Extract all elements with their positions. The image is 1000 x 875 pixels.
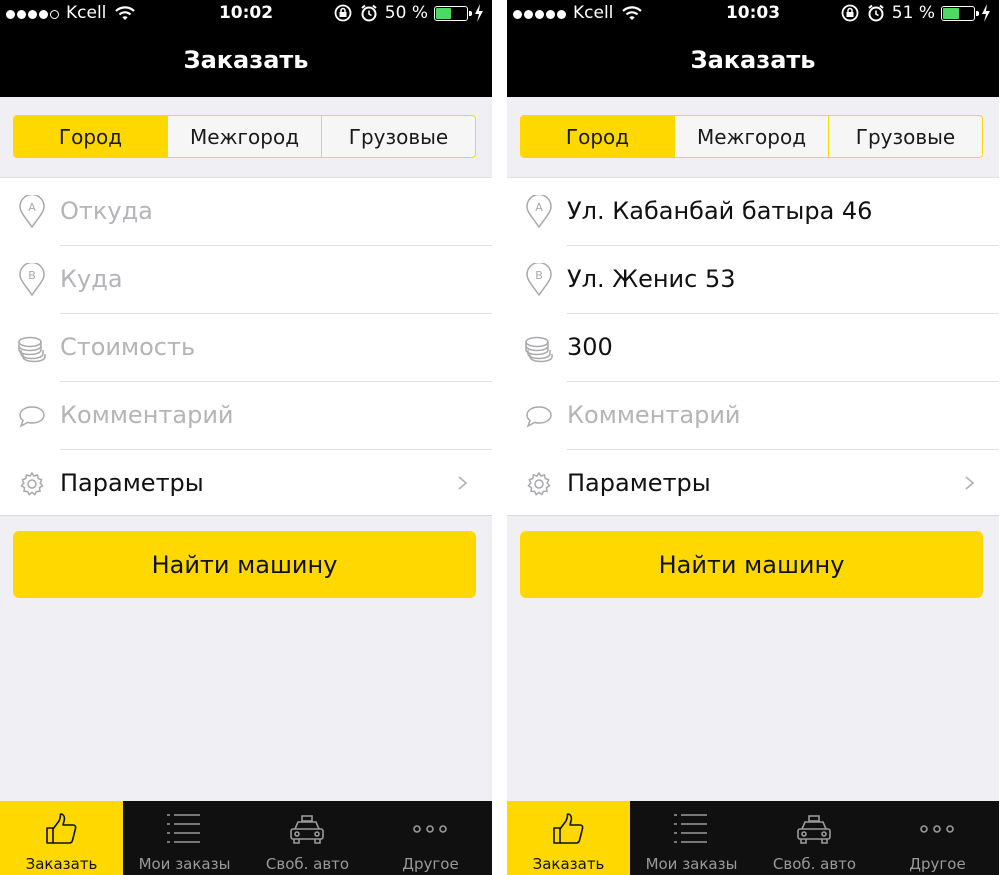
rotation-lock-icon xyxy=(334,4,352,22)
segment-cargo[interactable]: Грузовые xyxy=(828,116,982,157)
gear-icon xyxy=(527,471,551,496)
params-label: Параметры xyxy=(567,469,711,497)
tab-free-cars[interactable]: Своб. авто xyxy=(753,801,876,875)
tab-order-label: Заказать xyxy=(25,855,98,873)
list-icon xyxy=(167,814,200,843)
taxi-car-icon xyxy=(290,815,324,844)
battery-icon xyxy=(941,5,979,21)
to-field[interactable]: B Куда xyxy=(0,246,492,314)
cost-field[interactable]: 300 xyxy=(507,314,999,382)
phone-screen-filled: Kcell 10:03 51 % Заказать Город Межгород… xyxy=(507,0,999,875)
status-bar: Kcell 10:02 50 % xyxy=(0,0,492,30)
tab-other-label: Другое xyxy=(402,855,459,873)
cost-input[interactable]: Стоимость xyxy=(60,314,195,382)
nav-header: Kcell 10:02 50 % Заказать xyxy=(0,0,492,97)
from-field[interactable]: A Откуда xyxy=(0,178,492,246)
phone-screen-empty: Kcell 10:02 50 % Заказать Город Межгород… xyxy=(0,0,492,875)
more-dots-icon xyxy=(413,825,447,833)
tab-order[interactable]: Заказать xyxy=(507,801,630,875)
tab-my-orders[interactable]: Мои заказы xyxy=(123,801,246,875)
tab-other[interactable]: Другое xyxy=(876,801,999,875)
segment-city[interactable]: Город xyxy=(521,116,674,157)
find-car-button[interactable]: Найти машину xyxy=(13,531,476,598)
segment-cargo[interactable]: Грузовые xyxy=(321,116,475,157)
battery-icon xyxy=(434,5,472,21)
params-row[interactable]: Параметры xyxy=(0,450,492,518)
trip-type-segmented-control: Город Межгород Грузовые xyxy=(13,115,476,158)
svg-text:B: B xyxy=(535,269,543,282)
status-bar: Kcell 10:03 51 % xyxy=(507,0,999,30)
taxi-car-icon xyxy=(797,815,831,844)
pin-b-icon: B xyxy=(19,263,45,297)
tab-my-orders-label: Мои заказы xyxy=(138,855,231,873)
svg-text:A: A xyxy=(28,201,36,214)
tab-other-label: Другое xyxy=(909,855,966,873)
order-form: A Ул. Кабанбай батыра 46 B Ул. Женис 53 … xyxy=(507,177,999,516)
tab-bar: Заказать Мои заказы Своб. авто Другое xyxy=(507,801,999,875)
tab-order-label: Заказать xyxy=(532,855,605,873)
comment-field[interactable]: Комментарий xyxy=(507,382,999,450)
coins-icon xyxy=(525,336,553,363)
tab-other[interactable]: Другое xyxy=(369,801,492,875)
tab-my-orders-label: Мои заказы xyxy=(645,855,738,873)
chevron-right-icon xyxy=(965,476,975,490)
status-right: 50 % xyxy=(333,3,484,23)
alarm-icon xyxy=(361,4,377,22)
from-input[interactable]: Откуда xyxy=(60,178,153,246)
from-input[interactable]: Ул. Кабанбай батыра 46 xyxy=(567,178,872,246)
nav-header: Kcell 10:03 51 % Заказать xyxy=(507,0,999,97)
to-input[interactable]: Ул. Женис 53 xyxy=(567,246,736,314)
params-row[interactable]: Параметры xyxy=(507,450,999,518)
gear-icon xyxy=(20,471,44,496)
thumbs-up-icon xyxy=(46,813,77,844)
tab-order[interactable]: Заказать xyxy=(0,801,123,875)
pin-a-icon: A xyxy=(526,195,552,229)
pin-b-icon: B xyxy=(526,263,552,297)
speech-bubble-icon xyxy=(526,406,552,428)
cost-field[interactable]: Стоимость xyxy=(0,314,492,382)
alarm-icon xyxy=(868,4,884,22)
from-field[interactable]: A Ул. Кабанбай батыра 46 xyxy=(507,178,999,246)
coins-icon xyxy=(18,336,46,363)
list-icon xyxy=(674,814,707,843)
charging-bolt-icon xyxy=(475,4,483,22)
tab-free-cars[interactable]: Своб. авто xyxy=(246,801,369,875)
comment-input[interactable]: Комментарий xyxy=(60,382,234,450)
page-title: Заказать xyxy=(183,46,309,74)
comparison-stage: Kcell 10:02 50 % Заказать Город Межгород… xyxy=(0,0,1000,875)
battery-percent: 50 % xyxy=(384,3,428,23)
tab-free-cars-label: Своб. авто xyxy=(772,855,857,873)
segment-intercity[interactable]: Межгород xyxy=(167,116,321,157)
battery-percent: 51 % xyxy=(891,3,935,23)
rotation-lock-icon xyxy=(841,4,859,22)
thumbs-up-icon xyxy=(553,813,584,844)
tab-free-cars-label: Своб. авто xyxy=(265,855,350,873)
to-field[interactable]: B Ул. Женис 53 xyxy=(507,246,999,314)
chevron-right-icon xyxy=(458,476,468,490)
params-label: Параметры xyxy=(60,469,204,497)
speech-bubble-icon xyxy=(19,406,45,428)
svg-text:A: A xyxy=(535,201,543,214)
trip-type-segmented-control: Город Межгород Грузовые xyxy=(520,115,983,158)
comment-field[interactable]: Комментарий xyxy=(0,382,492,450)
pin-a-icon: A xyxy=(19,195,45,229)
comment-input[interactable]: Комментарий xyxy=(567,382,741,450)
charging-bolt-icon xyxy=(982,4,990,22)
tab-bar: Заказать Мои заказы Своб. авто Другое xyxy=(0,801,492,875)
cost-input[interactable]: 300 xyxy=(567,314,613,382)
segment-city[interactable]: Город xyxy=(14,116,167,157)
segment-intercity[interactable]: Межгород xyxy=(674,116,828,157)
more-dots-icon xyxy=(920,825,954,833)
to-input[interactable]: Куда xyxy=(60,246,123,314)
tab-my-orders[interactable]: Мои заказы xyxy=(630,801,753,875)
order-form: A Откуда B Куда Стоимость Комментарий Па… xyxy=(0,177,492,516)
find-car-button[interactable]: Найти машину xyxy=(520,531,983,598)
status-right: 51 % xyxy=(840,3,991,23)
svg-text:B: B xyxy=(28,269,36,282)
page-title: Заказать xyxy=(690,46,816,74)
